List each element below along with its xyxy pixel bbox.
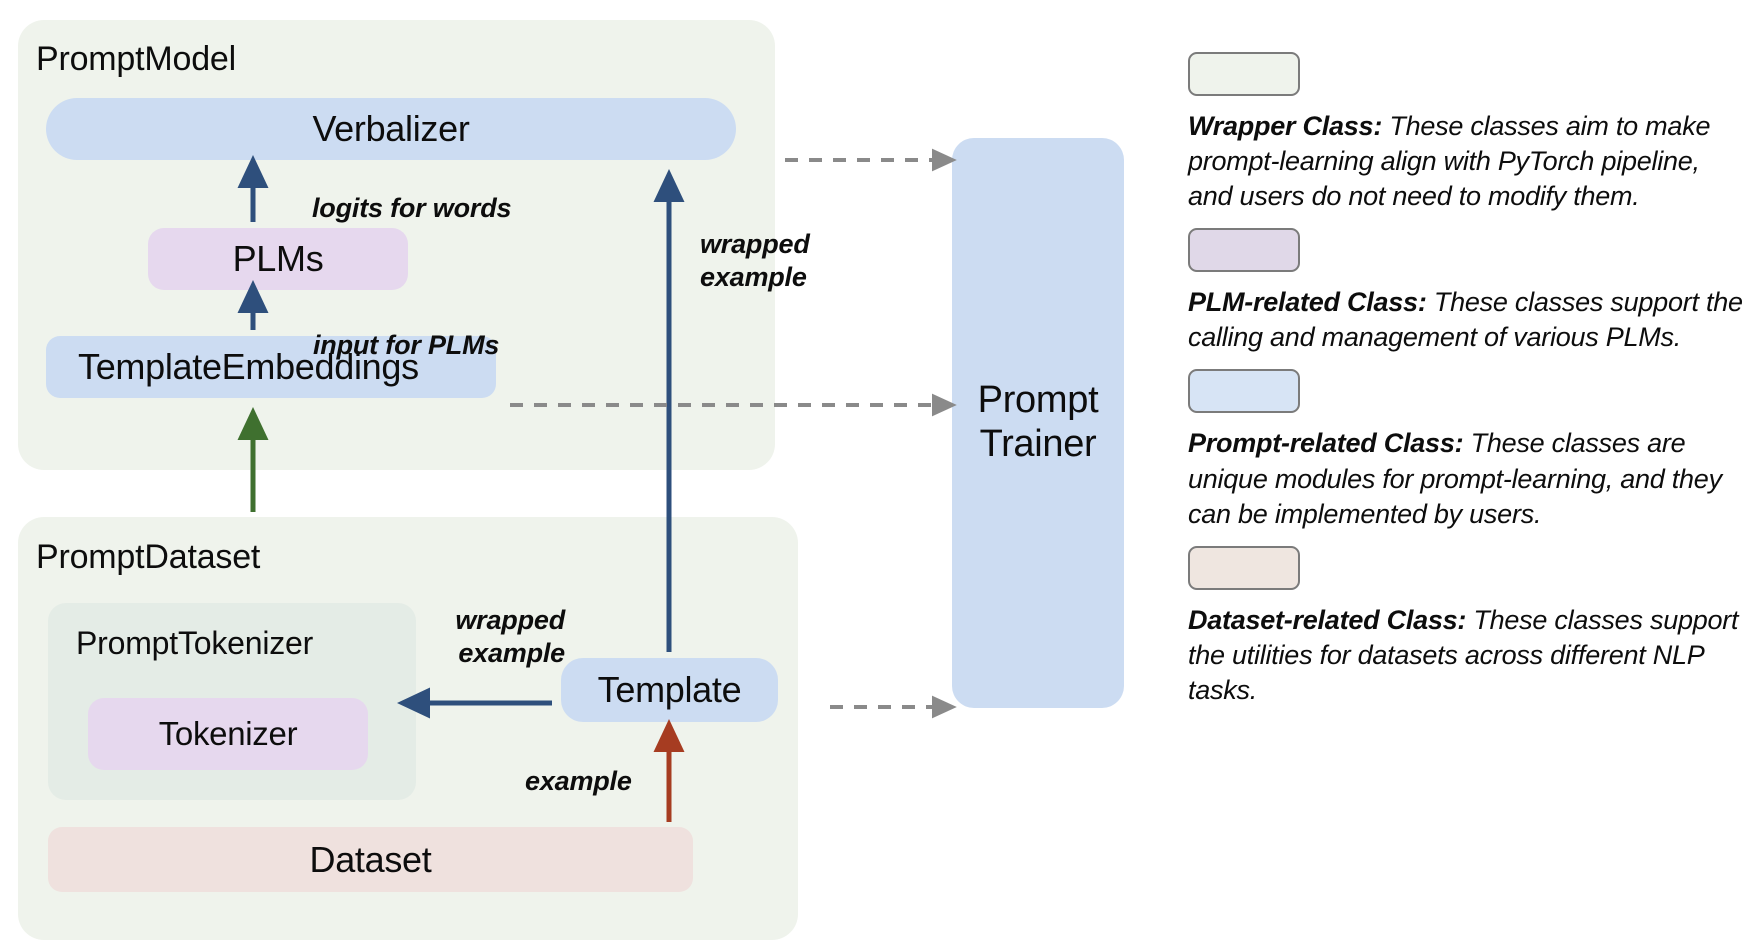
legend-term-dataset-related-class: Dataset-related Class: — [1188, 604, 1467, 635]
legend-text-dataset-related-class: Dataset-related Class: These classes sup… — [1188, 603, 1748, 708]
edge-label-example: example — [525, 766, 632, 796]
legend-term-plm-related-class: PLM-related Class: — [1188, 287, 1427, 318]
legend-swatch-dataset-related-class — [1188, 545, 1300, 590]
legend-term-prompt-related-class: Prompt-related Class: — [1188, 428, 1464, 459]
node-tokenizer[interactable]: Tokenizer — [88, 698, 368, 770]
legend-entry-dataset-related-class: Dataset-related Class: These classes sup… — [1188, 545, 1748, 708]
group-prompt-dataset-title: PromptDataset — [36, 538, 261, 576]
legend-swatch-wrapper-class — [1188, 52, 1300, 96]
legend-text-wrapper-class: Wrapper Class: These classes aim to make… — [1188, 109, 1748, 214]
node-template[interactable]: Template — [561, 658, 778, 722]
node-dataset-label: Dataset — [309, 838, 432, 880]
group-prompt-tokenizer-title: PromptTokenizer — [76, 625, 314, 661]
legend-term-wrapper-class: Wrapper Class: — [1188, 111, 1383, 141]
legend-entry-prompt-related-class: Prompt-related Class: These classes are … — [1188, 369, 1748, 531]
legend-text-plm-related-class: PLM-related Class: These classes support… — [1188, 285, 1748, 355]
edge-label-logits-for-words: logits for words — [312, 193, 512, 223]
edge-label-input-for-plms: input for PLMs — [313, 330, 500, 360]
node-prompt-trainer-label: Prompt Trainer — [977, 379, 1099, 465]
edge-label-wrapped-example-tokenizer: wrapped example — [455, 605, 565, 668]
legend-swatch-plm-related-class — [1188, 228, 1300, 273]
legend-entry-plm-related-class: PLM-related Class: These classes support… — [1188, 228, 1748, 355]
legend-swatch-prompt-related-class — [1188, 369, 1300, 414]
node-prompt-trainer[interactable]: Prompt Trainer — [952, 138, 1124, 708]
node-dataset[interactable]: Dataset — [48, 827, 693, 892]
legend: Wrapper Class: These classes aim to make… — [1188, 52, 1748, 722]
node-plms[interactable]: PLMs — [148, 228, 408, 290]
node-verbalizer[interactable]: Verbalizer — [46, 98, 736, 160]
node-verbalizer-label: Verbalizer — [312, 108, 470, 149]
legend-entry-wrapper-class: Wrapper Class: These classes aim to make… — [1188, 52, 1748, 214]
group-prompt-model-title: PromptModel — [36, 40, 236, 78]
node-tokenizer-label: Tokenizer — [158, 715, 298, 752]
node-plms-label: PLMs — [232, 238, 324, 279]
legend-text-prompt-related-class: Prompt-related Class: These classes are … — [1188, 426, 1748, 531]
node-template-label: Template — [597, 669, 742, 710]
diagram-canvas: PromptModel Verbalizer PLMs TemplateEmbe… — [0, 0, 1762, 940]
edge-label-wrapped-example-trainer: wrapped example — [700, 229, 810, 292]
